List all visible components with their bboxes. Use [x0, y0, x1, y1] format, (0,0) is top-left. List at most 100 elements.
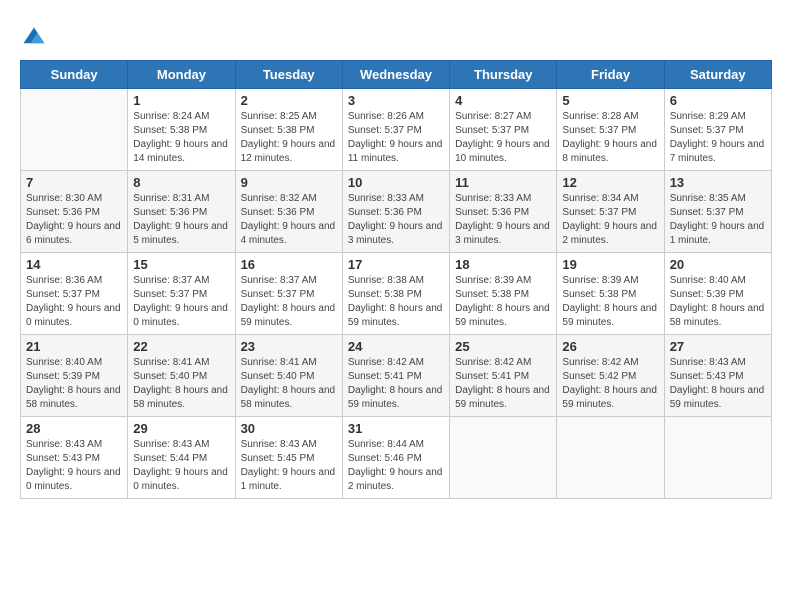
calendar-week-3: 14 Sunrise: 8:36 AMSunset: 5:37 PMDayligh…: [21, 253, 772, 335]
day-detail: Sunrise: 8:44 AMSunset: 5:46 PMDaylight:…: [348, 438, 444, 494]
column-header-tuesday: Tuesday: [235, 61, 342, 89]
day-number: 10: [348, 175, 444, 190]
calendar-cell: 29 Sunrise: 8:43 AMSunset: 5:44 PMDayligh…: [128, 417, 235, 499]
day-detail: Sunrise: 8:33 AMSunset: 5:36 PMDaylight:…: [348, 192, 444, 248]
day-detail: Sunrise: 8:31 AMSunset: 5:36 PMDaylight:…: [133, 192, 229, 248]
calendar-cell: 15 Sunrise: 8:37 AMSunset: 5:37 PMDayligh…: [128, 253, 235, 335]
logo-icon: [20, 24, 48, 52]
day-number: 25: [455, 339, 551, 354]
calendar-week-5: 28 Sunrise: 8:43 AMSunset: 5:43 PMDayligh…: [21, 417, 772, 499]
day-detail: Sunrise: 8:42 AMSunset: 5:41 PMDaylight:…: [348, 356, 444, 412]
calendar-cell: 8Sunrise: 8:31 AMSunset: 5:36 PMDaylight…: [128, 171, 235, 253]
calendar-cell: 22 Sunrise: 8:41 AMSunset: 5:40 PMDayligh…: [128, 335, 235, 417]
calendar-cell: 18Sunrise: 8:39 AMSunset: 5:38 PMDayligh…: [450, 253, 557, 335]
day-number: 24: [348, 339, 444, 354]
calendar-cell: 30 Sunrise: 8:43 AMSunset: 5:45 PMDayligh…: [235, 417, 342, 499]
calendar-cell: 25 Sunrise: 8:42 AMSunset: 5:41 PMDayligh…: [450, 335, 557, 417]
day-number: 26: [562, 339, 658, 354]
page-header: [20, 20, 772, 52]
calendar-cell: [21, 89, 128, 171]
day-number: 1: [133, 93, 229, 108]
day-detail: Sunrise: 8:43 AMSunset: 5:43 PMDaylight:…: [26, 438, 122, 494]
day-detail: Sunrise: 8:41 AMSunset: 5:40 PMDaylight:…: [133, 356, 229, 412]
day-number: 23: [241, 339, 337, 354]
day-detail: Sunrise: 8:41 AMSunset: 5:40 PMDaylight:…: [241, 356, 337, 412]
calendar-cell: [664, 417, 771, 499]
calendar-cell: 24 Sunrise: 8:42 AMSunset: 5:41 PMDayligh…: [342, 335, 449, 417]
calendar-week-2: 7 Sunrise: 8:30 AMSunset: 5:36 PMDaylight…: [21, 171, 772, 253]
day-number: 13: [670, 175, 766, 190]
day-number: 7: [26, 175, 122, 190]
day-detail: Sunrise: 8:37 AMSunset: 5:37 PMDaylight:…: [133, 274, 229, 330]
day-detail: Sunrise: 8:42 AMSunset: 5:42 PMDaylight:…: [562, 356, 658, 412]
logo: [20, 24, 52, 52]
day-detail: Sunrise: 8:30 AMSunset: 5:36 PMDaylight:…: [26, 192, 122, 248]
day-detail: Sunrise: 8:28 AMSunset: 5:37 PMDaylight:…: [562, 110, 658, 166]
day-number: 6: [670, 93, 766, 108]
calendar-cell: 5 Sunrise: 8:28 AMSunset: 5:37 PMDaylight…: [557, 89, 664, 171]
day-number: 12: [562, 175, 658, 190]
column-header-thursday: Thursday: [450, 61, 557, 89]
day-number: 28: [26, 421, 122, 436]
calendar-cell: 3 Sunrise: 8:26 AMSunset: 5:37 PMDaylight…: [342, 89, 449, 171]
day-number: 22: [133, 339, 229, 354]
day-number: 19: [562, 257, 658, 272]
calendar-cell: 9Sunrise: 8:32 AMSunset: 5:36 PMDaylight…: [235, 171, 342, 253]
day-number: 17: [348, 257, 444, 272]
calendar-week-1: 1Sunrise: 8:24 AMSunset: 5:38 PMDaylight…: [21, 89, 772, 171]
day-number: 3: [348, 93, 444, 108]
calendar-cell: 31Sunrise: 8:44 AMSunset: 5:46 PMDayligh…: [342, 417, 449, 499]
column-header-saturday: Saturday: [664, 61, 771, 89]
day-number: 29: [133, 421, 229, 436]
calendar-cell: 27 Sunrise: 8:43 AMSunset: 5:43 PMDayligh…: [664, 335, 771, 417]
day-detail: Sunrise: 8:25 AMSunset: 5:38 PMDaylight:…: [241, 110, 337, 166]
day-detail: Sunrise: 8:36 AMSunset: 5:37 PMDaylight:…: [26, 274, 122, 330]
day-number: 16: [241, 257, 337, 272]
day-detail: Sunrise: 8:43 AMSunset: 5:44 PMDaylight:…: [133, 438, 229, 494]
calendar-cell: 17Sunrise: 8:38 AMSunset: 5:38 PMDayligh…: [342, 253, 449, 335]
calendar-cell: 19 Sunrise: 8:39 AMSunset: 5:38 PMDayligh…: [557, 253, 664, 335]
calendar-cell: 2 Sunrise: 8:25 AMSunset: 5:38 PMDaylight…: [235, 89, 342, 171]
calendar-cell: 4 Sunrise: 8:27 AMSunset: 5:37 PMDaylight…: [450, 89, 557, 171]
calendar-cell: 6Sunrise: 8:29 AMSunset: 5:37 PMDaylight…: [664, 89, 771, 171]
day-detail: Sunrise: 8:43 AMSunset: 5:45 PMDaylight:…: [241, 438, 337, 494]
calendar-cell: [450, 417, 557, 499]
column-header-sunday: Sunday: [21, 61, 128, 89]
day-detail: Sunrise: 8:35 AMSunset: 5:37 PMDaylight:…: [670, 192, 766, 248]
column-header-friday: Friday: [557, 61, 664, 89]
calendar-cell: 23 Sunrise: 8:41 AMSunset: 5:40 PMDayligh…: [235, 335, 342, 417]
calendar-cell: [557, 417, 664, 499]
day-detail: Sunrise: 8:39 AMSunset: 5:38 PMDaylight:…: [562, 274, 658, 330]
day-number: 15: [133, 257, 229, 272]
day-number: 21: [26, 339, 122, 354]
day-detail: Sunrise: 8:33 AMSunset: 5:36 PMDaylight:…: [455, 192, 551, 248]
calendar-cell: 12Sunrise: 8:34 AMSunset: 5:37 PMDayligh…: [557, 171, 664, 253]
day-detail: Sunrise: 8:26 AMSunset: 5:37 PMDaylight:…: [348, 110, 444, 166]
calendar-cell: 28 Sunrise: 8:43 AMSunset: 5:43 PMDayligh…: [21, 417, 128, 499]
calendar-week-4: 21Sunrise: 8:40 AMSunset: 5:39 PMDayligh…: [21, 335, 772, 417]
day-number: 5: [562, 93, 658, 108]
day-number: 14: [26, 257, 122, 272]
day-detail: Sunrise: 8:43 AMSunset: 5:43 PMDaylight:…: [670, 356, 766, 412]
calendar-cell: 21Sunrise: 8:40 AMSunset: 5:39 PMDayligh…: [21, 335, 128, 417]
day-number: 30: [241, 421, 337, 436]
day-number: 11: [455, 175, 551, 190]
calendar-cell: 16Sunrise: 8:37 AMSunset: 5:37 PMDayligh…: [235, 253, 342, 335]
column-header-monday: Monday: [128, 61, 235, 89]
calendar-table: SundayMondayTuesdayWednesdayThursdayFrid…: [20, 60, 772, 499]
day-number: 18: [455, 257, 551, 272]
calendar-header-row: SundayMondayTuesdayWednesdayThursdayFrid…: [21, 61, 772, 89]
day-detail: Sunrise: 8:40 AMSunset: 5:39 PMDaylight:…: [670, 274, 766, 330]
calendar-cell: 1Sunrise: 8:24 AMSunset: 5:38 PMDaylight…: [128, 89, 235, 171]
day-detail: Sunrise: 8:42 AMSunset: 5:41 PMDaylight:…: [455, 356, 551, 412]
day-number: 9: [241, 175, 337, 190]
day-detail: Sunrise: 8:27 AMSunset: 5:37 PMDaylight:…: [455, 110, 551, 166]
calendar-cell: 7 Sunrise: 8:30 AMSunset: 5:36 PMDaylight…: [21, 171, 128, 253]
day-number: 2: [241, 93, 337, 108]
day-number: 27: [670, 339, 766, 354]
calendar-cell: 20 Sunrise: 8:40 AMSunset: 5:39 PMDayligh…: [664, 253, 771, 335]
day-number: 20: [670, 257, 766, 272]
day-number: 4: [455, 93, 551, 108]
calendar-cell: 14 Sunrise: 8:36 AMSunset: 5:37 PMDayligh…: [21, 253, 128, 335]
calendar-cell: 11 Sunrise: 8:33 AMSunset: 5:36 PMDayligh…: [450, 171, 557, 253]
